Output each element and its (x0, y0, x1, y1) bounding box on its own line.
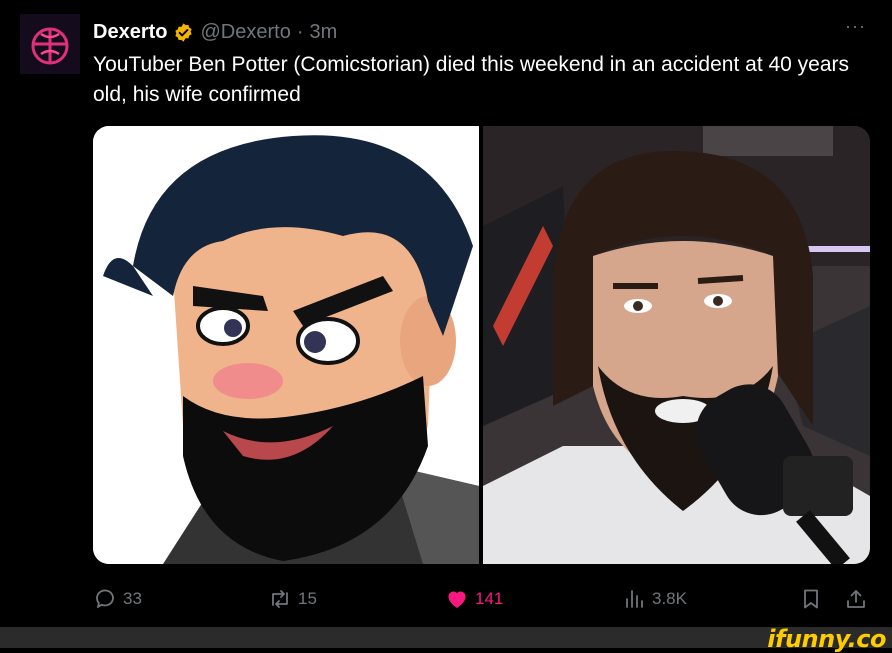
like-button[interactable]: 141 (445, 587, 503, 611)
media-image-cartoon[interactable] (93, 126, 479, 564)
more-icon[interactable]: ··· (845, 16, 866, 37)
post-time[interactable]: 3m (310, 21, 338, 44)
like-count: 141 (475, 589, 504, 608)
tweet-text: YouTuber Ben Potter (Comicstorian) died … (93, 53, 850, 106)
media-image-photo[interactable] (483, 126, 870, 564)
tweet-header: Dexerto @Dexerto · 3m (93, 20, 337, 44)
repost-button[interactable]: 15 (268, 587, 317, 611)
bookmark-icon (804, 589, 818, 609)
dexerto-logo-icon (20, 14, 80, 74)
share-icon (847, 590, 865, 608)
reply-count: 33 (123, 589, 142, 608)
media-grid[interactable] (93, 126, 870, 564)
separator-dot: · (296, 20, 304, 43)
action-bar: 33 15 141 3.8K (93, 587, 870, 611)
reply-button[interactable]: 33 (93, 587, 142, 611)
cartoon-illustration (93, 126, 479, 564)
avatar[interactable] (20, 14, 80, 74)
watermark: ifunny.co (767, 625, 886, 653)
verified-badge-icon (173, 22, 194, 43)
photo-illustration (483, 126, 870, 564)
share-button[interactable] (844, 587, 874, 611)
bookmark-button[interactable] (799, 587, 829, 611)
author-handle[interactable]: @Dexerto (200, 21, 290, 44)
views-button[interactable]: 3.8K (622, 587, 687, 611)
views-icon (626, 590, 643, 608)
reply-icon (96, 589, 114, 608)
footer-bar: ifunny.co (0, 625, 892, 653)
author-name[interactable]: Dexerto (93, 21, 167, 44)
like-icon (448, 591, 466, 608)
repost-icon (272, 590, 288, 608)
view-count: 3.8K (652, 589, 687, 608)
repost-count: 15 (298, 589, 317, 608)
